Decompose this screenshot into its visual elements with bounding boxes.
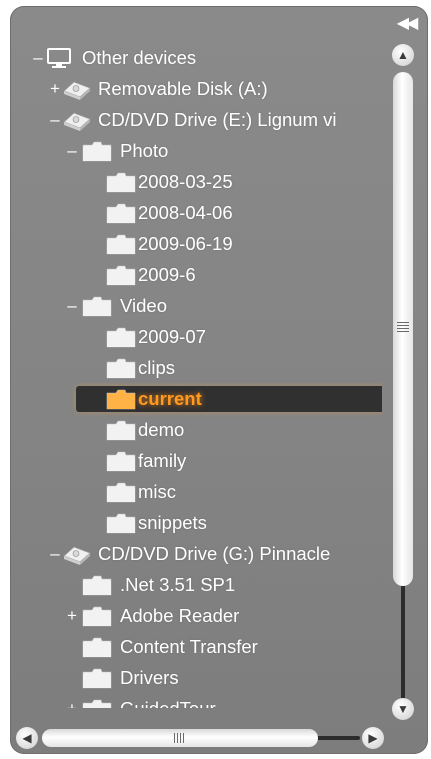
tree-item-label: Photo [120,140,169,161]
tree-row[interactable]: – Photo [10,136,382,167]
expand-toggle[interactable]: + [66,606,78,626]
tree-row[interactable]: .Net 3.51 SP1 [10,570,382,601]
folder-icon [106,451,136,477]
tree-item-label: family [138,450,187,471]
tree-item-label: Content Transfer [120,636,258,657]
vertical-scroll-thumb[interactable] [393,72,413,586]
folder-icon [106,358,136,384]
folder-icon [106,265,136,291]
tree-item-label: 2008-04-06 [138,202,233,223]
monitor-icon [44,48,74,74]
expand-toggle[interactable]: + [49,79,61,99]
collapse-toggle[interactable]: – [32,48,44,68]
folder-icon [106,513,136,539]
tree-row[interactable]: 2009-07 [10,322,382,353]
selected-folder-label: current [138,388,202,409]
tree-row[interactable]: current [10,384,382,415]
folder-icon [106,172,136,198]
folder-icon [82,606,112,632]
tree-row[interactable]: Content Transfer [10,632,382,663]
tree-item-label: Removable Disk (A:) [98,78,268,99]
double-chevron-left-icon[interactable]: ◀◀ [396,16,419,32]
scroll-down-button[interactable]: ▼ [392,698,414,720]
tree-row[interactable]: + Adobe Reader [10,601,382,632]
tree-item-label: GuidedTour [120,697,216,708]
folder-icon [106,327,136,353]
vertical-scrollbar[interactable]: ▲ ▼ [388,44,418,728]
tree-item-label: misc [138,481,177,502]
tree-item-label: Other devices [82,47,197,68]
folder-icon [82,637,112,663]
collapse-toggle[interactable]: – [49,110,61,130]
tree-item-label: Drivers [120,667,179,688]
tree-item-label: .Net 3.51 SP1 [120,574,236,595]
tree-row[interactable]: 2008-04-06 [10,198,382,229]
tree-row[interactable]: snippets [10,508,382,539]
tree-row[interactable]: – CD/DVD Drive (E:) Lignum vi [10,105,382,136]
tree-item-label: 2009-07 [138,326,206,347]
folder-icon [106,203,136,229]
horizontal-scrollbar[interactable]: ◀ ▶ [16,724,388,752]
tree-row[interactable]: demo [10,415,382,446]
tree-item-label: 2009-06-19 [138,233,233,254]
folder-icon [106,389,136,415]
expand-toggle[interactable]: + [66,699,78,708]
folder-tree: – Other devices + Removable Disk (A:) – CD/DV… [10,6,382,708]
scroll-up-button[interactable]: ▲ [392,44,414,66]
folder-icon [106,234,136,260]
tree-item-label: 2008-03-25 [138,171,233,192]
collapse-toggle[interactable]: – [66,141,78,161]
tree-row[interactable]: + GuidedTour [10,694,382,708]
drive-icon [62,544,92,570]
tree-row[interactable]: – CD/DVD Drive (G:) Pinnacle [10,539,382,570]
folder-icon [106,420,136,446]
collapse-toggle[interactable]: – [66,296,78,316]
tree-row[interactable]: clips [10,353,382,384]
tree-item-label: CD/DVD Drive (E:) Lignum vi [98,109,337,130]
tree-row[interactable]: 2009-6 [10,260,382,291]
scroll-left-button[interactable]: ◀ [16,727,38,749]
horizontal-scroll-thumb[interactable] [42,729,318,747]
folder-icon [82,296,112,322]
tree-row[interactable]: 2009-06-19 [10,229,382,260]
tree-row[interactable]: Drivers [10,663,382,694]
tree-item-label: Video [120,295,167,316]
grip-icon [174,733,186,743]
tree-row[interactable]: – Video [10,291,382,322]
drive-icon [62,79,92,105]
folder-icon [106,482,136,508]
tree-row[interactable]: family [10,446,382,477]
tree-row[interactable]: 2008-03-25 [10,167,382,198]
collapse-toggle[interactable]: – [49,544,61,564]
tree-item-label: clips [138,357,176,378]
folder-icon [82,699,112,708]
tree-item-label: Adobe Reader [120,605,240,626]
drive-icon [62,110,92,136]
tree-row[interactable]: – Other devices [10,43,382,74]
tree-row[interactable]: + Removable Disk (A:) [10,74,382,105]
scroll-right-button[interactable]: ▶ [362,727,384,749]
tree-row[interactable]: misc [10,477,382,508]
grip-icon [397,322,409,334]
tree-item-label: 2009-6 [138,264,196,285]
tree-item-label: demo [138,419,185,440]
file-tree-panel: ◀◀ – Other devices + Removable Disk (A:) – CD… [10,6,428,754]
folder-icon [82,668,112,694]
folder-icon [82,141,112,167]
tree-item-label: CD/DVD Drive (G:) Pinnacle [98,543,331,564]
tree-item-label: snippets [138,512,207,533]
folder-icon [82,575,112,601]
